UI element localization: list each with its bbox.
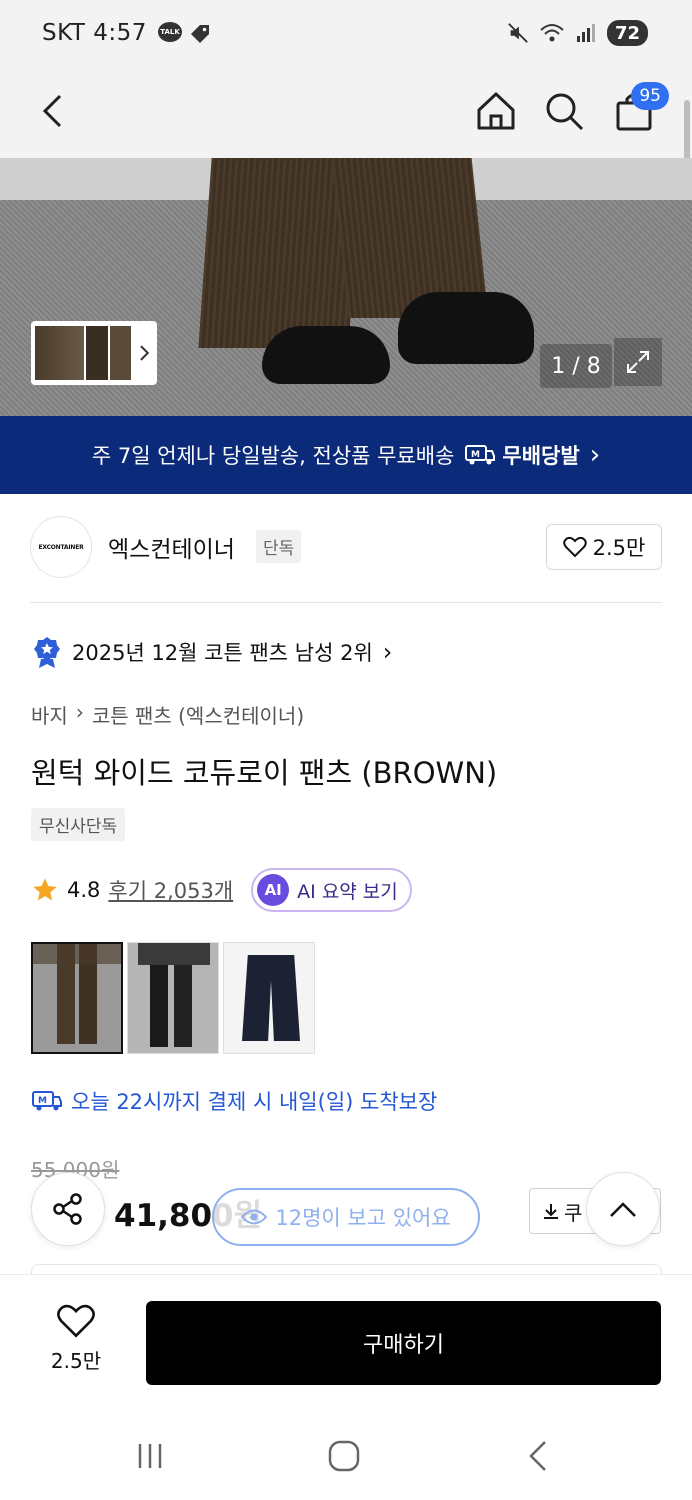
color-option-brown[interactable] <box>31 942 123 1054</box>
cart-button[interactable]: 95 <box>607 82 669 138</box>
color-option-navy[interactable] <box>223 942 315 1054</box>
review-count-link[interactable]: 후기 2,053개 <box>108 875 233 905</box>
thumbnail-image <box>35 326 85 380</box>
system-navigation-bar <box>0 1410 692 1500</box>
back-icon <box>42 94 62 128</box>
eye-icon <box>241 1209 268 1225</box>
bottom-action-bar: 2.5만 구매하기 <box>0 1274 692 1410</box>
cart-count-badge: 95 <box>631 82 669 110</box>
ai-summary-button[interactable]: AI AI 요약 보기 <box>251 868 412 912</box>
live-viewers-toast: 12명이 보고 있어요 <box>212 1188 480 1246</box>
home-icon <box>477 92 515 130</box>
kakaotalk-icon: TALK <box>158 22 182 42</box>
brand-logo[interactable]: EXCONTAINER <box>30 516 92 578</box>
chevron-right-icon <box>140 345 150 361</box>
banner-text: 주 7일 언제나 당일발송, 전상품 무료배송 <box>91 444 455 468</box>
image-thumbnail-strip[interactable] <box>31 321 157 385</box>
free-shipping-banner[interactable]: 주 7일 언제나 당일발송, 전상품 무료배송 M 무배당발 › <box>0 416 692 494</box>
banner-brand: M 무배당발 <box>464 440 580 470</box>
back-nav-icon <box>529 1441 546 1471</box>
chevron-right-icon: › <box>382 638 393 666</box>
thumbnail-image <box>86 326 108 380</box>
image-counter: 1 / 8 <box>540 344 612 388</box>
search-icon <box>546 93 584 131</box>
breadcrumb-item[interactable]: 코튼 팬츠 (엑스컨테이너) <box>92 700 304 729</box>
exclusive-tag: 단독 <box>256 530 302 563</box>
breadcrumb-separator: › <box>75 700 84 724</box>
thumbnail-image <box>109 326 132 380</box>
share-button[interactable] <box>31 1172 105 1246</box>
ai-icon: AI <box>257 874 290 906</box>
shoe-right <box>398 292 534 364</box>
ranking-row[interactable]: 2025년 12월 코튼 팬츠 남성 2위 › <box>32 635 392 669</box>
status-bar: SKT 4:57 TALK 72 <box>0 0 692 70</box>
banner-brand-label: 무배당발 <box>502 444 580 468</box>
expand-image-button[interactable] <box>614 338 662 386</box>
heart-icon <box>57 1304 95 1338</box>
delivery-guarantee: M 오늘 22시까지 결제 시 내일(일) 도착보장 <box>31 1086 437 1116</box>
status-time: SKT 4:57 <box>42 20 147 46</box>
recent-apps-button[interactable] <box>120 1434 180 1478</box>
signal-icon <box>576 24 595 42</box>
back-button[interactable] <box>26 84 80 138</box>
ranking-badge-icon <box>34 637 60 668</box>
battery-indicator: 72 <box>606 20 648 46</box>
color-option-black[interactable] <box>127 942 219 1054</box>
viewers-text: 12명이 보고 있어요 <box>275 1206 451 1230</box>
brand-name[interactable]: 엑스컨테이너 <box>108 530 235 564</box>
mute-icon <box>508 23 528 43</box>
delivery-truck-icon: M <box>465 445 496 465</box>
brand-like-button[interactable]: 2.5만 <box>546 524 662 570</box>
scrollbar-thumb[interactable] <box>684 100 690 160</box>
product-image-carousel[interactable]: 1 / 8 <box>0 158 692 416</box>
delivery-text: 오늘 22시까지 결제 시 내일(일) 도착보장 <box>71 1090 438 1114</box>
download-icon <box>544 1204 558 1219</box>
scroll-to-top-button[interactable] <box>586 1172 660 1246</box>
rating-row: 4.8 후기 2,053개 AI AI 요약 보기 <box>31 868 412 912</box>
brand-like-count: 2.5만 <box>592 536 646 560</box>
search-button[interactable] <box>537 84 591 138</box>
buy-button[interactable]: 구매하기 <box>146 1301 661 1385</box>
breadcrumb: 바지 › 코튼 팬츠 (엑스컨테이너) <box>31 700 304 729</box>
share-icon <box>53 1193 82 1225</box>
wishlist-count: 2.5만 <box>50 1349 102 1373</box>
back-nav-button[interactable] <box>508 1434 568 1478</box>
home-nav-button[interactable] <box>314 1434 374 1478</box>
home-nav-icon <box>328 1440 360 1472</box>
musinsa-exclusive-tag: 무신사단독 <box>31 808 126 841</box>
coupon-label: 쿠 <box>564 1200 583 1225</box>
notification-icons: TALK <box>158 22 212 46</box>
rating-value: 4.8 <box>67 878 101 902</box>
ranking-text: 2025년 12월 코튼 팬츠 남성 2위 <box>72 641 373 665</box>
brand-row: EXCONTAINER 엑스컨테이너 단독 2.5만 <box>30 516 662 578</box>
star-icon <box>33 878 57 901</box>
shoe-left <box>262 326 390 384</box>
wishlist-button[interactable]: 2.5만 <box>36 1303 116 1374</box>
chevron-right-icon: › <box>589 440 601 470</box>
expand-icon <box>627 351 649 373</box>
product-title: 원턱 와이드 코듀로이 팬츠 (BROWN) <box>31 756 498 790</box>
color-options <box>31 942 315 1054</box>
system-icons: 72 <box>507 20 648 46</box>
home-button[interactable] <box>469 84 523 138</box>
svg-text:M: M <box>38 1096 47 1106</box>
svg-text:M: M <box>471 450 480 460</box>
recent-apps-icon <box>138 1444 162 1468</box>
app-header: 95 <box>0 70 692 158</box>
wifi-icon <box>540 24 564 42</box>
delivery-truck-icon: M <box>32 1091 62 1111</box>
tag-icon <box>191 25 209 43</box>
breadcrumb-item[interactable]: 바지 <box>31 700 68 729</box>
divider <box>30 602 662 603</box>
chevron-up-icon <box>610 1202 636 1217</box>
heart-icon <box>562 536 587 558</box>
ai-summary-label: AI 요약 보기 <box>297 880 398 903</box>
